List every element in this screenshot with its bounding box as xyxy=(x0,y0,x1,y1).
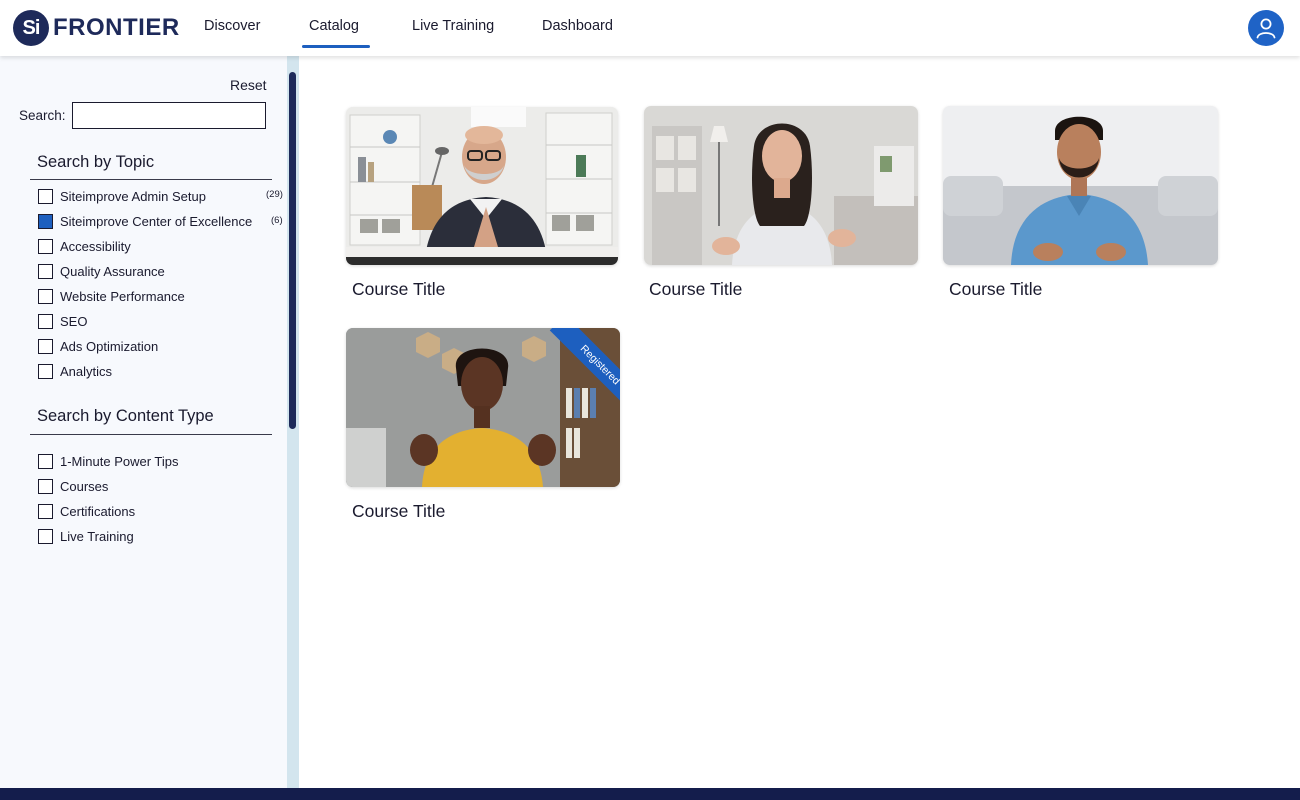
nav-discover[interactable]: Discover xyxy=(204,18,260,34)
course-card[interactable]: Course Title xyxy=(346,107,618,307)
topic-filter-admin-setup[interactable]: Siteimprove Admin Setup xyxy=(38,188,206,204)
filter-label: Ads Optimization xyxy=(60,338,159,354)
course-thumbnail[interactable] xyxy=(644,106,918,265)
checkbox[interactable] xyxy=(38,238,53,254)
course-card[interactable]: Course Title xyxy=(943,106,1218,306)
course-thumbnail[interactable]: Registered xyxy=(346,328,620,487)
brand-logo[interactable]: Si FRONTIER xyxy=(13,10,180,46)
course-card[interactable]: Registered Course Title xyxy=(346,328,620,528)
topic-filter-accessibility[interactable]: Accessibility xyxy=(38,238,131,254)
topic-filter-ads-optimization[interactable]: Ads Optimization xyxy=(38,338,158,354)
course-thumbnail-image xyxy=(346,107,618,265)
filter-label: 1-Minute Power Tips xyxy=(60,453,179,469)
registered-ribbon-label: Registered xyxy=(549,328,620,408)
checkbox[interactable] xyxy=(38,363,53,379)
content-filter-certifications[interactable]: Certifications xyxy=(38,503,135,519)
topic-filter-quality-assurance[interactable]: Quality Assurance xyxy=(38,263,165,279)
filter-label: Quality Assurance xyxy=(60,263,165,279)
search-label: Search: xyxy=(19,108,66,123)
checkbox[interactable] xyxy=(38,288,53,304)
course-title[interactable]: Course Title xyxy=(949,279,1042,300)
topic-count: (6) xyxy=(271,215,283,226)
user-profile-button[interactable] xyxy=(1248,10,1284,46)
topic-count: (29) xyxy=(266,189,283,200)
nav-catalog[interactable]: Catalog xyxy=(309,18,359,34)
checkbox[interactable] xyxy=(38,263,53,279)
course-thumbnail[interactable] xyxy=(346,107,618,265)
logo-wordmark: FRONTIER xyxy=(53,14,180,41)
course-title[interactable]: Course Title xyxy=(352,501,445,522)
checkbox[interactable] xyxy=(38,313,53,329)
filter-label: Siteimprove Admin Setup xyxy=(60,188,206,204)
content-filter-power-tips[interactable]: 1-Minute Power Tips xyxy=(38,453,179,469)
nav-live-training[interactable]: Live Training xyxy=(412,18,494,34)
course-title[interactable]: Course Title xyxy=(352,279,445,300)
topic-filter-analytics[interactable]: Analytics xyxy=(38,363,112,379)
content-filter-live-training[interactable]: Live Training xyxy=(38,528,134,544)
course-thumbnail[interactable] xyxy=(943,106,1218,265)
reset-filters-button[interactable]: Reset xyxy=(230,77,267,93)
sidebar-scrollbar-thumb[interactable] xyxy=(289,72,296,429)
checkbox[interactable] xyxy=(38,338,53,354)
content-type-section-divider xyxy=(30,434,272,435)
topic-filter-website-performance[interactable]: Website Performance xyxy=(38,288,185,304)
course-thumbnail-image xyxy=(644,106,918,265)
topic-filter-center-of-excellence[interactable]: Siteimprove Center of Excellence xyxy=(38,213,252,229)
checkbox[interactable] xyxy=(38,528,53,544)
filter-label: SEO xyxy=(60,313,88,329)
course-thumbnail-image xyxy=(943,106,1218,265)
search-input[interactable] xyxy=(72,102,266,129)
filter-label: Certifications xyxy=(60,503,136,519)
course-title[interactable]: Course Title xyxy=(649,279,742,300)
topic-section-title: Search by Topic xyxy=(37,153,155,171)
user-icon xyxy=(1256,18,1276,39)
course-card[interactable]: Course Title xyxy=(644,106,918,306)
checkbox[interactable] xyxy=(38,188,53,204)
checkbox[interactable] xyxy=(38,503,53,519)
filter-label: Live Training xyxy=(60,528,134,544)
checkbox-checked[interactable] xyxy=(38,213,53,229)
nav-active-indicator xyxy=(302,45,370,48)
filter-label: Website Performance xyxy=(60,288,185,304)
topic-filter-seo[interactable]: SEO xyxy=(38,313,87,329)
nav-dashboard[interactable]: Dashboard xyxy=(542,18,613,34)
filter-label: Siteimprove Center of Excellence xyxy=(60,213,253,229)
filter-label: Accessibility xyxy=(60,238,131,254)
footer-bar xyxy=(0,788,1300,800)
registered-ribbon: Registered xyxy=(540,328,620,408)
content-type-section-title: Search by Content Type xyxy=(37,407,214,425)
logo-badge: Si xyxy=(13,10,49,46)
topic-section-divider xyxy=(30,179,272,180)
checkbox[interactable] xyxy=(38,478,53,494)
content-filter-courses[interactable]: Courses xyxy=(38,478,108,494)
top-header: Si FRONTIER Discover Catalog Live Traini… xyxy=(0,0,1300,56)
checkbox[interactable] xyxy=(38,453,53,469)
filter-label: Analytics xyxy=(60,363,113,379)
filter-label: Courses xyxy=(60,478,109,494)
